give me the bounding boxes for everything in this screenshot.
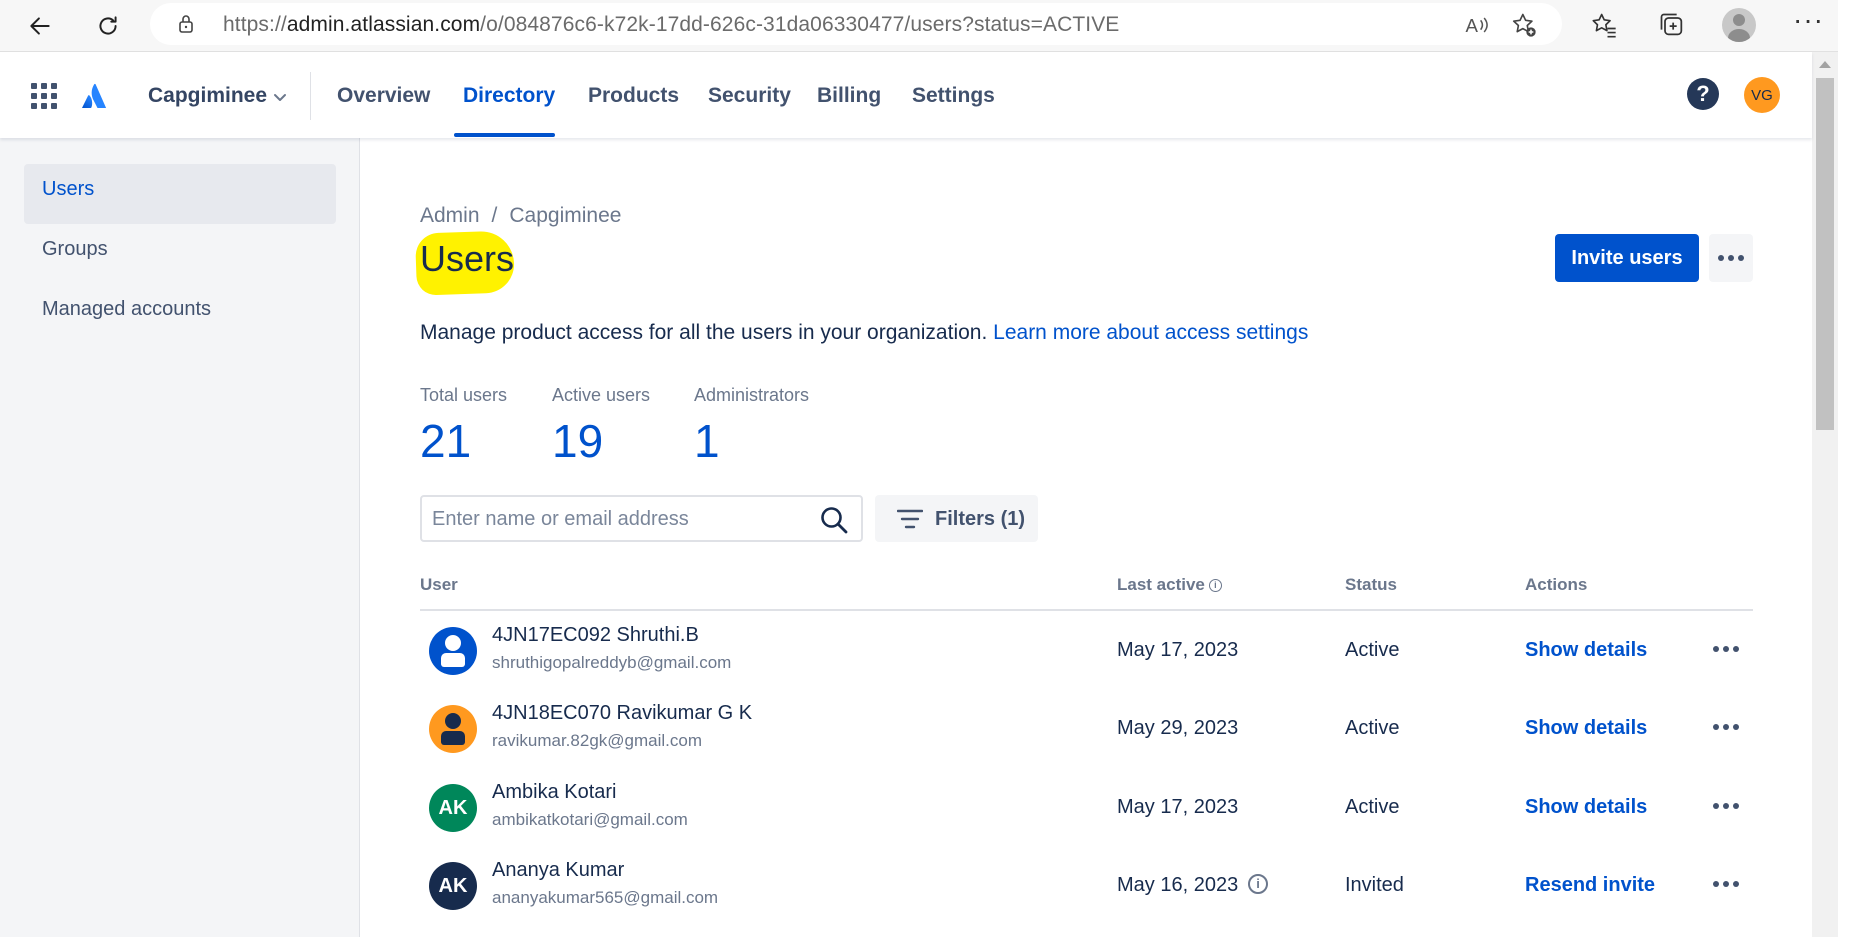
- resend-invite-link[interactable]: Resend invite: [1525, 874, 1655, 897]
- table-row: AK Ananya Kumar ananyakumar565@gmail.com…: [420, 847, 1753, 925]
- atlassian-logo-icon[interactable]: [80, 80, 112, 112]
- user-email: shruthigopalreddyb@gmail.com: [492, 653, 732, 672]
- avatar: AK: [429, 862, 477, 910]
- info-icon[interactable]: i: [1208, 579, 1222, 593]
- sidebar-item-groups[interactable]: Groups: [24, 224, 336, 284]
- tab-security[interactable]: Security: [708, 84, 791, 108]
- page-title: Users: [420, 238, 515, 279]
- stat-active-users-label: Active users: [552, 385, 651, 405]
- info-icon[interactable]: i: [1248, 874, 1268, 894]
- user-name[interactable]: Ambika Kotari: [492, 781, 617, 804]
- user-email: ambikatkotari@gmail.com: [492, 810, 688, 829]
- collections-icon[interactable]: [1658, 11, 1686, 39]
- filters-label: Filters (1): [935, 508, 1026, 530]
- user-email: ravikumar.82gk@gmail.com: [492, 731, 702, 750]
- table-row: 4JN17EC092 Shruthi.B shruthigopalreddyb@…: [420, 612, 1753, 690]
- avatar: AK: [429, 784, 477, 832]
- stat-administrators-value: 1: [694, 415, 720, 467]
- access-settings-link[interactable]: Learn more about access settings: [993, 321, 1308, 344]
- help-icon[interactable]: ?: [1687, 78, 1719, 110]
- page-description: Manage product access for all the users …: [420, 321, 1308, 345]
- show-details-link[interactable]: Show details: [1525, 717, 1647, 740]
- tab-products[interactable]: Products: [588, 84, 679, 108]
- status-text: Active: [1345, 796, 1400, 818]
- status-text: Active: [1345, 717, 1400, 739]
- browser-menu-icon[interactable]: ···: [1793, 4, 1824, 36]
- show-details-link[interactable]: Show details: [1525, 639, 1647, 662]
- search-icon[interactable]: [819, 505, 849, 535]
- favorites-icon[interactable]: [1590, 11, 1618, 39]
- tab-directory[interactable]: Directory: [463, 84, 555, 108]
- scroll-thumb[interactable]: [1816, 78, 1834, 430]
- avatar: [429, 705, 477, 753]
- breadcrumb-separator: /: [491, 204, 498, 227]
- status-text: Invited: [1345, 874, 1404, 896]
- chevron-down-icon[interactable]: [271, 88, 289, 106]
- refresh-icon[interactable]: [88, 6, 128, 46]
- stat-total-users-value: 21: [420, 415, 472, 467]
- page-scrollbar[interactable]: [1812, 52, 1838, 937]
- url-text[interactable]: https://admin.atlassian.com/o/084876c6-k…: [223, 13, 1119, 37]
- row-more-icon[interactable]: [1713, 724, 1739, 730]
- tab-overview[interactable]: Overview: [337, 84, 430, 108]
- browser-toolbar: https://admin.atlassian.com/o/084876c6-k…: [0, 0, 1863, 52]
- invite-users-button[interactable]: Invite users: [1555, 234, 1699, 282]
- stat-total-users-label: Total users: [420, 385, 508, 405]
- table-header-divider: [420, 609, 1753, 611]
- user-avatar[interactable]: VG: [1744, 77, 1780, 113]
- stat-administrators-label: Administrators: [694, 385, 810, 405]
- back-arrow-icon[interactable]: [20, 6, 60, 46]
- last-active-label: Last active: [1117, 575, 1205, 594]
- status-text: Active: [1345, 639, 1400, 661]
- app-switcher-icon[interactable]: [31, 83, 57, 109]
- filter-icon: [897, 509, 923, 529]
- filters-button[interactable]: Filters (1): [875, 495, 1038, 542]
- sidebar-item-managed-accounts[interactable]: Managed accounts: [24, 284, 336, 344]
- address-bar[interactable]: https://admin.atlassian.com/o/084876c6-k…: [150, 3, 1562, 45]
- column-header-last-active: Last active i: [1117, 575, 1222, 595]
- last-active-date: May 17, 2023: [1117, 796, 1239, 818]
- table-row: AK Ambika Kotari ambikatkotari@gmail.com…: [420, 769, 1753, 847]
- avatar: [429, 627, 477, 675]
- user-name[interactable]: 4JN17EC092 Shruthi.B: [492, 624, 699, 647]
- breadcrumb-admin[interactable]: Admin: [420, 204, 480, 227]
- org-switcher[interactable]: Capgiminee: [148, 84, 267, 108]
- tab-settings[interactable]: Settings: [912, 84, 995, 108]
- breadcrumb: Admin / Capgiminee: [420, 204, 621, 228]
- add-favorite-icon[interactable]: [1510, 11, 1538, 39]
- read-aloud-icon[interactable]: A: [1462, 11, 1490, 39]
- more-dots-icon: [1718, 255, 1744, 261]
- top-navigation: Capgiminee Overview Directory Products S…: [0, 52, 1812, 138]
- show-details-link[interactable]: Show details: [1525, 796, 1647, 819]
- description-text: Manage product access for all the users …: [420, 321, 988, 344]
- row-more-icon[interactable]: [1713, 803, 1739, 809]
- row-more-icon[interactable]: [1713, 881, 1739, 887]
- scroll-up-arrow-icon[interactable]: [1819, 61, 1831, 68]
- stat-active-users-value: 19: [552, 415, 604, 467]
- search-field[interactable]: [420, 495, 863, 542]
- lock-icon[interactable]: [174, 12, 198, 36]
- row-more-icon[interactable]: [1713, 646, 1739, 652]
- column-header-status: Status: [1345, 575, 1397, 594]
- more-actions-button[interactable]: [1709, 234, 1753, 282]
- window-edge: [1838, 0, 1863, 937]
- nav-divider: [310, 72, 311, 120]
- search-input[interactable]: [432, 505, 802, 533]
- user-name[interactable]: 4JN18EC070 Ravikumar G K: [492, 702, 752, 725]
- last-active-date: May 29, 2023: [1117, 717, 1239, 739]
- user-email: ananyakumar565@gmail.com: [492, 888, 719, 907]
- table-row: 4JN18EC070 Ravikumar G K ravikumar.82gk@…: [420, 690, 1753, 768]
- active-tab-indicator: [454, 133, 555, 137]
- user-name[interactable]: Ananya Kumar: [492, 859, 624, 882]
- last-active-date: May 16, 2023: [1117, 874, 1239, 896]
- svg-text:A: A: [1466, 15, 1479, 36]
- tab-billing[interactable]: Billing: [817, 84, 881, 108]
- breadcrumb-org[interactable]: Capgiminee: [509, 204, 621, 227]
- last-active-date: May 17, 2023: [1117, 639, 1239, 661]
- sidebar: Users Groups Managed accounts: [0, 138, 360, 937]
- browser-profile-icon[interactable]: [1722, 8, 1756, 42]
- column-header-actions: Actions: [1525, 575, 1588, 594]
- column-header-user: User: [420, 575, 458, 594]
- sidebar-item-users[interactable]: Users: [24, 164, 336, 224]
